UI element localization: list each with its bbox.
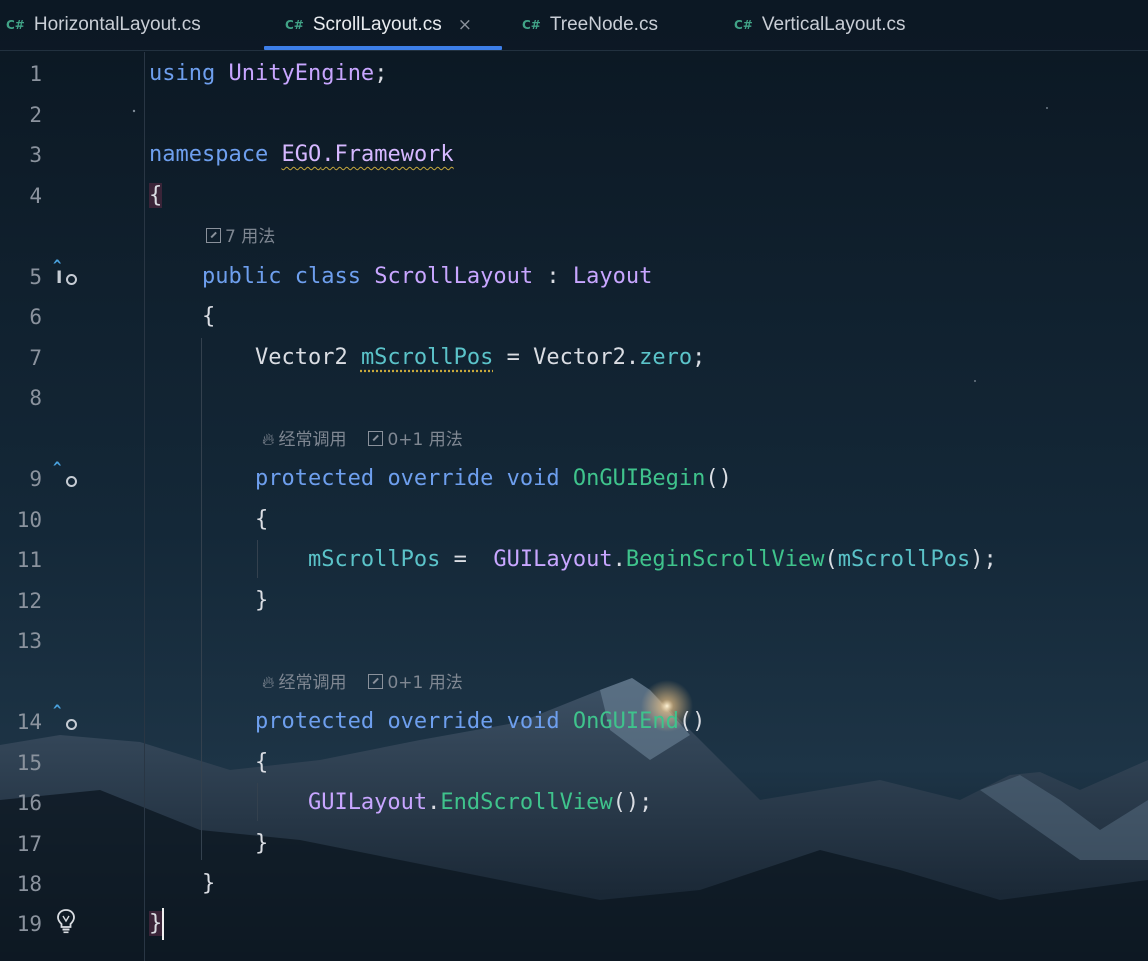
- implements-icon-i: I: [56, 268, 63, 288]
- line-number: 5: [29, 265, 42, 289]
- code-line-12[interactable]: }: [149, 586, 268, 616]
- lightbulb-icon[interactable]: [56, 908, 76, 934]
- csharp-file-icon: C#: [285, 18, 304, 32]
- flame-icon: 🔥︎: [262, 673, 275, 693]
- code-line-6[interactable]: {: [149, 302, 215, 332]
- code-line-10[interactable]: {: [149, 505, 268, 535]
- line-number: 18: [16, 872, 42, 896]
- csharp-file-icon: C#: [734, 18, 753, 32]
- code-line-3[interactable]: namespace EGO.Framework: [149, 140, 454, 170]
- code-line-14[interactable]: protected override void OnGUIEnd(): [149, 707, 705, 737]
- code-line-4[interactable]: {: [149, 181, 163, 211]
- code-line-7[interactable]: Vector2 mScrollPos = Vector2.zero;: [149, 343, 705, 373]
- line-number: 7: [29, 346, 42, 370]
- code-line-11[interactable]: mScrollPos = GUILayout.BeginScrollView(m…: [149, 545, 997, 575]
- csharp-file-icon: C#: [6, 18, 25, 32]
- active-tab-indicator: [264, 46, 502, 50]
- tab-label: HorizontalLayout.cs: [33, 14, 201, 35]
- line-number: 12: [16, 589, 42, 613]
- line-number: 14: [16, 710, 42, 734]
- line-number: 15: [16, 751, 42, 775]
- code-line-17[interactable]: }: [149, 829, 268, 859]
- tab-label: TreeNode.cs: [549, 14, 658, 35]
- line-number: 1: [29, 62, 42, 86]
- tab-scrolllayout[interactable]: C# ScrollLayout.cs ×: [285, 0, 472, 50]
- line-number: 11: [16, 548, 42, 572]
- tab-horizontallayout[interactable]: C# HorizontalLayout.cs: [6, 0, 201, 50]
- code-line-9[interactable]: protected override void OnGUIBegin(): [149, 464, 732, 494]
- tab-verticallayout[interactable]: C# VerticalLayout.cs: [734, 0, 906, 50]
- flame-icon: 🔥︎: [262, 430, 275, 450]
- code-line-15[interactable]: {: [149, 748, 268, 778]
- usages-icon: [368, 674, 384, 689]
- code-line-19[interactable]: }: [149, 909, 163, 939]
- usages-icon: [368, 431, 384, 446]
- method-hints[interactable]: 🔥︎ 经常调用 0+1 用法: [262, 671, 463, 695]
- close-tab-icon[interactable]: ×: [458, 15, 472, 35]
- code-line-16[interactable]: GUILayout.EndScrollView();: [149, 788, 652, 818]
- override-icon[interactable]: ^: [53, 703, 61, 719]
- line-number: 2: [29, 103, 42, 127]
- override-icon[interactable]: ^: [53, 460, 61, 476]
- tab-treenode[interactable]: C# TreeNode.cs: [522, 0, 658, 50]
- override-circle-icon: [66, 476, 77, 487]
- line-number: 4: [29, 184, 42, 208]
- line-number: 17: [16, 832, 42, 856]
- code-line-1[interactable]: using UnityEngine;: [149, 59, 387, 89]
- line-number: 8: [29, 386, 42, 410]
- line-number: 19: [16, 912, 42, 936]
- class-usages-hint[interactable]: 7 用法: [206, 225, 275, 249]
- line-number: 3: [29, 143, 42, 167]
- code-line-5[interactable]: public class ScrollLayout : Layout: [149, 262, 652, 292]
- tab-label: VerticalLayout.cs: [761, 14, 906, 35]
- override-circle-icon: [66, 719, 77, 730]
- csharp-file-icon: C#: [522, 18, 541, 32]
- text-cursor: [162, 908, 164, 940]
- usages-icon: [206, 228, 221, 243]
- line-number: 6: [29, 305, 42, 329]
- tab-label: ScrollLayout.cs: [312, 14, 442, 35]
- line-number: 16: [16, 791, 42, 815]
- line-number: 13: [16, 629, 42, 653]
- line-number: 10: [16, 508, 42, 532]
- override-circle-icon: [66, 274, 77, 285]
- code-line-18[interactable]: }: [149, 869, 215, 899]
- method-hints[interactable]: 🔥︎ 经常调用 0+1 用法: [262, 428, 463, 452]
- gutter-separator: [144, 52, 145, 961]
- line-number: 9: [29, 467, 42, 491]
